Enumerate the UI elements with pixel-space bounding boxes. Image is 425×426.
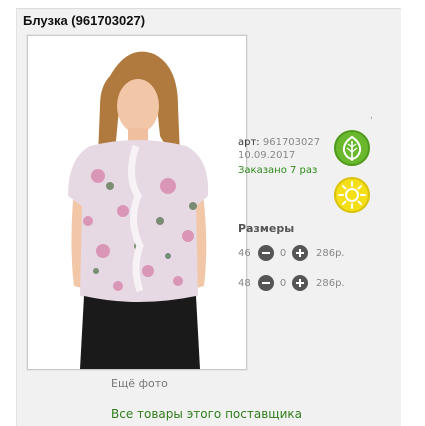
ordered-count: Заказано 7 раз [238, 165, 318, 176]
size-row: 48 0 286р. [238, 274, 345, 292]
product-date: 10.09.2017 [238, 150, 296, 161]
increase-quantity-button[interactable] [292, 275, 308, 291]
product-title: Блузка (961703027) [23, 13, 146, 28]
product-image [28, 36, 246, 369]
size-value: 46 [238, 247, 251, 259]
size-value: 48 [238, 277, 251, 289]
increase-quantity-button[interactable] [292, 245, 308, 261]
supplier-products-link[interactable]: Все товары этого поставщика [111, 407, 302, 421]
size-price: 286р. [316, 247, 345, 259]
decrease-quantity-button[interactable] [258, 275, 274, 291]
tick-mark: , [370, 110, 373, 121]
more-photos-link[interactable]: Ещё фото [111, 377, 168, 390]
size-row: 46 0 286р. [238, 244, 345, 262]
product-info: арт: 961703027 10.09.2017 Заказано 7 раз [238, 136, 320, 177]
sizes-title: Размеры [238, 222, 295, 235]
decrease-quantity-button[interactable] [258, 245, 274, 261]
article-line: арт: 961703027 [238, 136, 320, 149]
article-number: 961703027 [262, 137, 321, 148]
quantity-value: 0 [279, 277, 287, 289]
leaf-icon [334, 130, 370, 166]
quantity-value: 0 [279, 247, 287, 259]
size-price: 286р. [316, 277, 345, 289]
article-label: арт: [238, 137, 260, 148]
sun-icon [334, 177, 370, 213]
product-photo[interactable] [27, 35, 247, 370]
product-card: Блузка (961703027) Ещё фото Все товары э… [16, 8, 401, 426]
